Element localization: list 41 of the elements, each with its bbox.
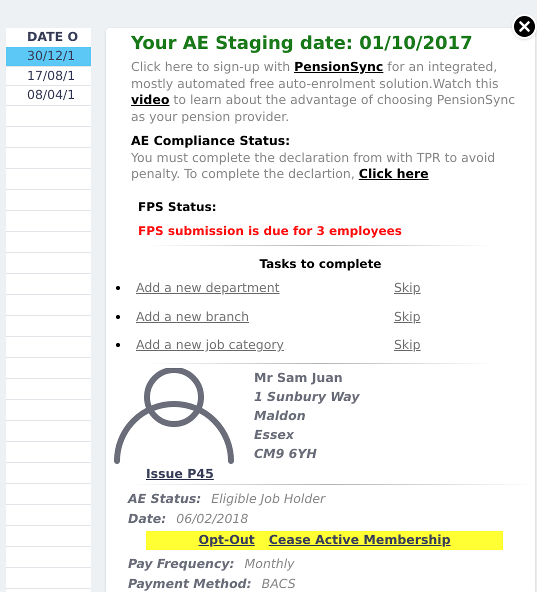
fps-message: FPS submission is due for 3 employees — [138, 223, 403, 240]
skip-link[interactable]: Skip — [394, 337, 421, 354]
table-row[interactable]: 17/08/1 — [6, 66, 91, 86]
address-line: 1 Sunbury Way — [254, 388, 360, 405]
skip-link[interactable]: Skip — [394, 308, 421, 325]
address-line: Essex — [254, 426, 295, 443]
task-link[interactable]: Add a new branch — [136, 308, 394, 325]
address-line: CM9 6YH — [254, 446, 318, 462]
link[interactable]: PensionSync — [294, 59, 384, 74]
skip-link[interactable]: Skip — [394, 280, 421, 296]
detail-value: Eligible Job Holder — [211, 491, 326, 508]
detail-label: Date: — [128, 510, 166, 527]
link[interactable]: video — [131, 92, 170, 107]
tasks-heading: Tasks to complete — [258, 256, 382, 272]
intro-text: Click here to sign-up with PensionSync for an integrated, mostly automated free auto-enrolment solution.Watch this video to learn about the advantage of choosing PensionSync as your pension provider. — [131, 59, 516, 125]
detail-label: Payment Method: — [128, 576, 252, 592]
detail-label: Pay Frequency: — [128, 556, 235, 572]
table-row[interactable]: 30/12/1 — [6, 46, 91, 66]
detail-value: 06/02/2018 — [176, 510, 248, 527]
close-button[interactable] — [512, 14, 537, 39]
column-header: DATE O — [27, 28, 78, 46]
fps-heading: FPS Status: — [138, 198, 218, 215]
address-line: Maldon — [254, 408, 307, 424]
compliance-heading: AE Compliance Status: — [131, 133, 292, 150]
bullet-icon — [116, 343, 120, 348]
issue-p45-link[interactable]: Issue P45 — [146, 466, 254, 482]
detail-label: AE Status: — [128, 491, 202, 508]
task-link[interactable]: Add a new job category — [136, 337, 394, 354]
bullet-icon — [116, 286, 120, 290]
bullet-icon — [116, 314, 120, 319]
membership-link[interactable]: Cease Active Membership — [268, 532, 451, 549]
staging-date-title: Your AE Staging date: 01/10/2017 — [131, 32, 474, 56]
detail-value: Monthly — [244, 556, 295, 572]
detail-value: BACS — [262, 576, 296, 592]
person-icon — [113, 368, 235, 466]
link[interactable]: Click here — [358, 166, 429, 181]
compliance-text: You must complete the declaration from with TPR to avoid penalty. To complete the declartion, Click here — [131, 150, 496, 182]
task-link[interactable]: Add a new department — [136, 280, 394, 296]
employee-name: Mr Sam Juan — [254, 370, 344, 386]
close-icon — [519, 21, 530, 32]
membership-link[interactable]: Opt-Out — [198, 532, 255, 549]
